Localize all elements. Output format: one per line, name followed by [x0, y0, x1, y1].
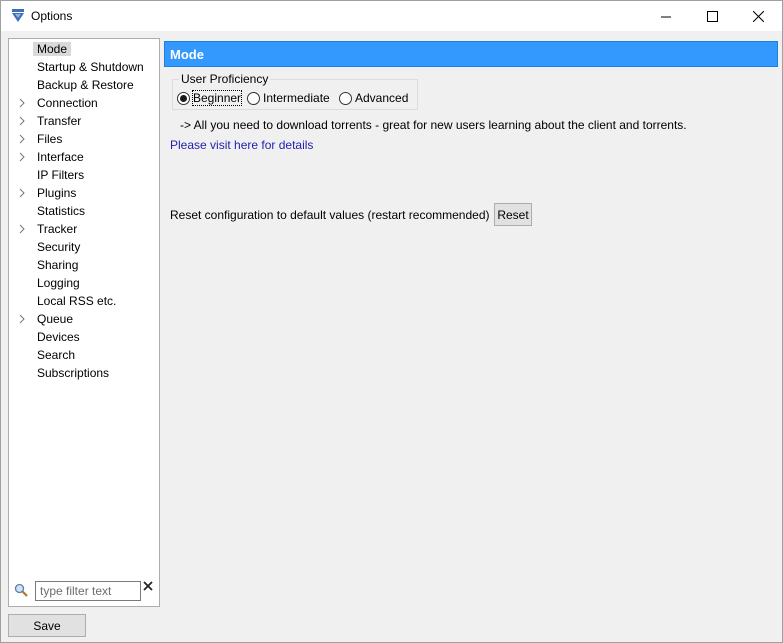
- tree-item-transfer[interactable]: Transfer: [9, 113, 159, 130]
- tree-item-label: IP Filters: [37, 168, 85, 182]
- tree-item-sharing[interactable]: Sharing: [9, 257, 159, 274]
- tree-item-search[interactable]: Search: [9, 347, 159, 364]
- maximize-icon: [706, 10, 718, 22]
- tree-item-label: Statistics: [37, 204, 86, 218]
- chevron-right-icon[interactable]: [17, 152, 27, 162]
- tree-item-ip-filters[interactable]: IP Filters: [9, 167, 159, 184]
- filter-input[interactable]: [35, 581, 141, 601]
- reset-button[interactable]: Reset: [494, 203, 532, 226]
- tree-item-devices[interactable]: Devices: [9, 329, 159, 346]
- tree-item-label: Startup & Shutdown: [37, 60, 144, 74]
- radio-button[interactable]: [247, 91, 260, 105]
- tree-filter: [9, 579, 159, 603]
- mode-description: -> All you need to download torrents - g…: [180, 118, 687, 132]
- group-legend: User Proficiency: [179, 72, 271, 86]
- tree-item-label: Subscriptions: [37, 366, 110, 380]
- minimize-button[interactable]: [643, 1, 689, 31]
- tree-item-plugins[interactable]: Plugins: [9, 185, 159, 202]
- tree-item-label: Connection: [37, 96, 98, 110]
- radio-label: Advanced: [355, 91, 409, 105]
- tree-item-label: Transfer: [37, 114, 82, 128]
- tree-item-label: Files: [37, 132, 63, 146]
- app-logo-icon: [12, 9, 24, 22]
- chevron-right-icon[interactable]: [17, 188, 27, 198]
- clear-filter-icon[interactable]: [143, 581, 153, 591]
- tree-item-subscriptions[interactable]: Subscriptions: [9, 365, 159, 382]
- options-window: Options Mode Startup & Shutdown Backup &: [0, 0, 783, 643]
- mode-panel: Mode User Proficiency Beginner Intermedi…: [164, 41, 778, 607]
- chevron-right-icon[interactable]: [17, 224, 27, 234]
- tree-item-mode[interactable]: Mode: [9, 41, 159, 58]
- tree-item-label: Interface: [37, 150, 84, 164]
- chevron-right-icon[interactable]: [17, 314, 27, 324]
- window-title: Options: [31, 9, 73, 23]
- details-link[interactable]: Please visit here for details: [170, 138, 313, 152]
- radio-button-checked[interactable]: [177, 91, 190, 105]
- radio-label: Intermediate: [263, 91, 330, 105]
- tree-item-label: Mode: [33, 42, 72, 56]
- chevron-right-icon[interactable]: [17, 116, 27, 126]
- title-bar[interactable]: Options: [1, 1, 782, 31]
- chevron-right-icon[interactable]: [17, 134, 27, 144]
- tree-item-local-rss[interactable]: Local RSS etc.: [9, 293, 159, 310]
- tree-item-backup-restore[interactable]: Backup & Restore: [9, 77, 159, 94]
- radio-label: Beginner: [191, 90, 243, 106]
- radio-beginner[interactable]: Beginner: [177, 90, 243, 106]
- tree-item-label: Tracker: [37, 222, 78, 236]
- user-proficiency-group: User Proficiency Beginner Intermediate A…: [172, 72, 418, 110]
- tree-item-files[interactable]: Files: [9, 131, 159, 148]
- search-icon: [14, 583, 28, 597]
- tree-item-security[interactable]: Security: [9, 239, 159, 256]
- tree-item-interface[interactable]: Interface: [9, 149, 159, 166]
- maximize-button[interactable]: [689, 1, 735, 31]
- radio-intermediate[interactable]: Intermediate: [247, 90, 330, 106]
- tree-item-label: Security: [37, 240, 81, 254]
- tree-item-startup-shutdown[interactable]: Startup & Shutdown: [9, 59, 159, 76]
- tree-item-label: Backup & Restore: [37, 78, 134, 92]
- tree-item-statistics[interactable]: Statistics: [9, 203, 159, 220]
- close-icon: [752, 10, 764, 22]
- tree-item-queue[interactable]: Queue: [9, 311, 159, 328]
- reset-description: Reset configuration to default values (r…: [170, 208, 490, 222]
- tree-item-tracker[interactable]: Tracker: [9, 221, 159, 238]
- save-button[interactable]: Save: [8, 614, 86, 637]
- tree-item-connection[interactable]: Connection: [9, 95, 159, 112]
- tree-item-label: Queue: [37, 312, 74, 326]
- tree-item-label: Logging: [37, 276, 80, 290]
- radio-advanced[interactable]: Advanced: [339, 90, 408, 106]
- tree-item-label: Devices: [37, 330, 80, 344]
- options-tree: Mode Startup & Shutdown Backup & Restore…: [8, 38, 160, 607]
- section-header: Mode: [164, 41, 778, 67]
- tree-item-logging[interactable]: Logging: [9, 275, 159, 292]
- tree-item-label: Local RSS etc.: [37, 294, 117, 308]
- radio-button[interactable]: [339, 91, 352, 105]
- close-button[interactable]: [735, 1, 781, 31]
- minimize-icon: [660, 16, 671, 17]
- chevron-right-icon[interactable]: [17, 98, 27, 108]
- tree-item-label: Sharing: [37, 258, 79, 272]
- tree-item-label: Search: [37, 348, 76, 362]
- tree-item-label: Plugins: [37, 186, 77, 200]
